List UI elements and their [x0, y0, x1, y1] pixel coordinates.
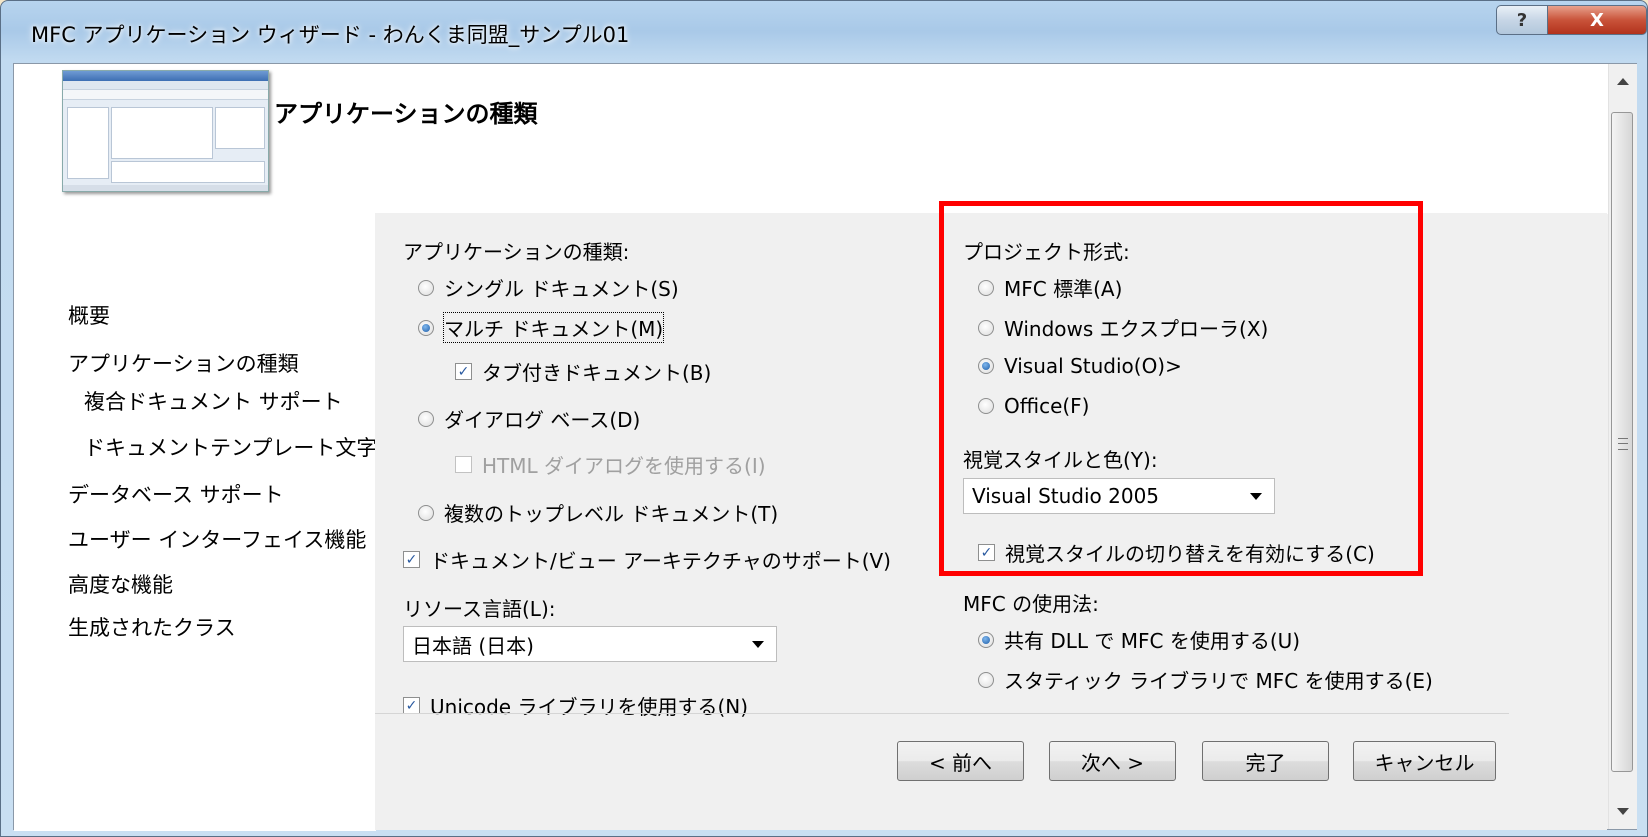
radio-office[interactable]: Office(F) [978, 394, 1090, 418]
radio-static-lib[interactable]: スタティック ライブラリで MFC を使用する(E) [978, 665, 1433, 694]
radio-shared-dll[interactable]: 共有 DLL で MFC を使用する(U) [978, 625, 1300, 654]
checkbox-tabbed-doc[interactable]: ✓ タブ付きドキュメント(B) [455, 357, 711, 386]
nav-item-doc-template[interactable]: ドキュメントテンプレート文字列 [84, 432, 398, 462]
wizard-window: MFC アプリケーション ウィザード - わんくま同盟_サンプル01 ? X ア… [0, 0, 1648, 837]
grip-icon [1618, 438, 1628, 450]
radio-icon[interactable] [418, 504, 434, 521]
checkbox-unicode[interactable]: ✓ Unicode ライブラリを使用する(N) [403, 691, 748, 720]
radio-visual-studio[interactable]: Visual Studio(O)> [978, 354, 1182, 378]
visual-style-label: 視覚スタイルと色(Y): [963, 448, 1158, 472]
title-bar[interactable]: MFC アプリケーション ウィザード - わんくま同盟_サンプル01 ? X [1, 1, 1647, 63]
scroll-up-icon[interactable] [1617, 78, 1629, 85]
radio-icon[interactable] [978, 398, 994, 414]
mfc-use-label: MFC の使用法: [963, 592, 1099, 616]
radio-windows-explorer[interactable]: Windows エクスプローラ(X) [978, 313, 1268, 342]
app-type-label: アプリケーションの種類: [403, 240, 630, 264]
dropdown-arrow-icon[interactable] [1250, 493, 1262, 500]
scroll-down-icon[interactable] [1617, 808, 1629, 815]
radio-multi-doc[interactable]: マルチ ドキュメント(M) [418, 312, 665, 343]
radio-icon[interactable] [978, 279, 994, 296]
radio-selected-icon[interactable] [418, 319, 434, 336]
nav-item-database[interactable]: データベース サポート [68, 479, 284, 509]
scroll-thumb[interactable] [1611, 112, 1633, 772]
radio-selected-icon[interactable] [978, 358, 994, 374]
radio-mfc-standard[interactable]: MFC 標準(A) [978, 273, 1122, 302]
prev-button[interactable]: < 前へ [897, 741, 1024, 781]
resource-lang-label: リソース言語(L): [403, 597, 556, 621]
checkbox-doc-view[interactable]: ✓ ドキュメント/ビュー アーキテクチャのサポート(V) [403, 545, 891, 574]
wizard-nav: 概要 アプリケーションの種類 複合ドキュメント サポート ドキュメントテンプレー… [14, 214, 398, 831]
radio-icon[interactable] [978, 319, 994, 336]
radio-multiple-toplevel[interactable]: 複数のトップレベル ドキュメント(T) [418, 498, 778, 527]
nav-item-ui-features[interactable]: ユーザー インターフェイス機能 [68, 524, 366, 554]
vertical-scrollbar[interactable] [1608, 64, 1637, 829]
next-button[interactable]: 次へ > [1049, 741, 1176, 781]
app-preview-image [62, 70, 269, 192]
visual-style-select[interactable]: Visual Studio 2005 [963, 478, 1275, 514]
nav-item-advanced[interactable]: 高度な機能 [68, 569, 173, 599]
radio-icon[interactable] [418, 279, 434, 296]
divider [375, 713, 1509, 714]
project-style-label: プロジェクト形式: [963, 240, 1130, 264]
close-button[interactable]: X [1547, 5, 1647, 35]
radio-dialog-based[interactable]: ダイアログ ベース(D) [418, 404, 640, 433]
finish-button[interactable]: 完了 [1202, 741, 1329, 781]
page-title: アプリケーションの種類 [274, 100, 538, 128]
checkmark-icon[interactable]: ✓ [403, 551, 420, 568]
cancel-button[interactable]: キャンセル [1353, 741, 1496, 781]
checkmark-icon[interactable]: ✓ [403, 697, 420, 714]
wizard-header: アプリケーションの種類 [14, 64, 1608, 214]
radio-icon[interactable] [978, 671, 994, 688]
checkbox-style-switch[interactable]: ✓ 視覚スタイルの切り替えを有効にする(C) [978, 538, 1375, 567]
nav-item-generated-classes[interactable]: 生成されたクラス [68, 612, 236, 642]
checkmark-icon[interactable]: ✓ [455, 363, 472, 380]
nav-item-app-type[interactable]: アプリケーションの種類 [68, 348, 299, 378]
radio-single-doc[interactable]: シングル ドキュメント(S) [418, 273, 679, 302]
window-title: MFC アプリケーション ウィザード - わんくま同盟_サンプル01 [31, 23, 630, 47]
checkmark-icon[interactable]: ✓ [978, 544, 995, 561]
resource-lang-select[interactable]: 日本語 (日本) [403, 626, 777, 662]
help-button[interactable]: ? [1496, 5, 1548, 35]
checkbox-html-dialog: HTML ダイアログを使用する(I) [455, 450, 766, 479]
checkbox-icon [455, 456, 472, 473]
nav-item-compound-doc[interactable]: 複合ドキュメント サポート [84, 386, 343, 416]
dropdown-arrow-icon[interactable] [752, 641, 764, 648]
nav-item-overview[interactable]: 概要 [68, 300, 110, 330]
radio-selected-icon[interactable] [978, 631, 994, 648]
radio-icon[interactable] [418, 410, 434, 427]
